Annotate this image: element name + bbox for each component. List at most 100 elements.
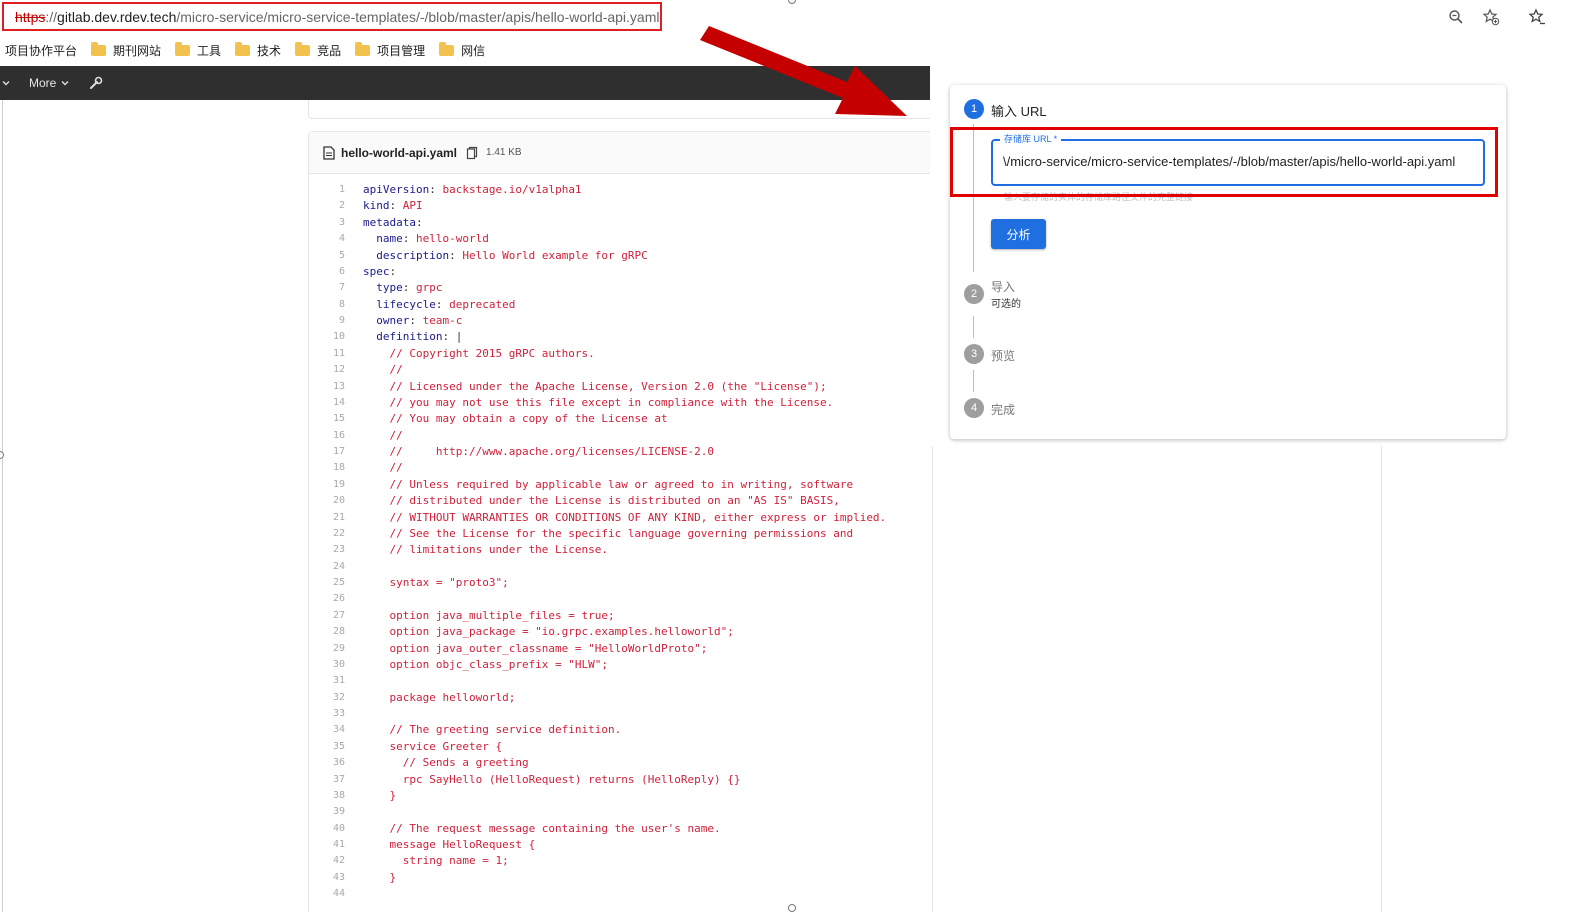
- line-number[interactable]: 35: [309, 739, 345, 755]
- bookmark-folder-label: 期刊网站: [113, 43, 162, 58]
- line-number[interactable]: 11: [309, 346, 345, 362]
- line-number[interactable]: 7: [309, 280, 345, 296]
- line-number[interactable]: 24: [309, 559, 345, 575]
- line-number[interactable]: 27: [309, 608, 345, 624]
- favorites-icon[interactable]: [1524, 6, 1550, 28]
- line-number[interactable]: 5: [309, 248, 345, 264]
- line-content: // Licensed under the Apache License, Ve…: [363, 379, 827, 395]
- line-number[interactable]: 23: [309, 542, 345, 558]
- line-number[interactable]: 9: [309, 313, 345, 329]
- more-menu-button[interactable]: More: [29, 66, 69, 100]
- line-number[interactable]: 3: [309, 215, 345, 231]
- code-line: 30 option objc_class_prefix = "HLW";: [309, 657, 932, 673]
- line-content: // See the License for the specific lang…: [363, 526, 853, 542]
- line-number[interactable]: 14: [309, 395, 345, 411]
- line-content: string name = 1;: [363, 853, 509, 869]
- code-line: 4 name: hello-world: [309, 231, 932, 247]
- code-token: }: [363, 870, 397, 884]
- copy-icon[interactable]: [466, 146, 478, 160]
- line-content: //: [363, 460, 402, 476]
- line-number[interactable]: 43: [309, 870, 345, 886]
- add-favorite-icon[interactable]: [1478, 6, 1504, 28]
- line-number[interactable]: 34: [309, 722, 345, 738]
- code-token: definition: [376, 330, 443, 344]
- line-number[interactable]: 19: [309, 477, 345, 493]
- code-line: 32 package helloworld;: [309, 690, 932, 706]
- code-line: 8 lifecycle: deprecated: [309, 297, 932, 313]
- line-number[interactable]: 41: [309, 837, 345, 853]
- line-number[interactable]: 37: [309, 772, 345, 788]
- line-number[interactable]: 30: [309, 657, 345, 673]
- line-number[interactable]: 1: [309, 182, 345, 198]
- line-content: option java_package = "io.grpc.examples.…: [363, 624, 733, 640]
- code-token: syntax = "proto3";: [363, 576, 509, 589]
- line-number[interactable]: 4: [309, 231, 345, 247]
- zoom-icon[interactable]: [1444, 6, 1468, 28]
- line-content: definition: |: [363, 329, 462, 345]
- line-number[interactable]: 31: [309, 673, 345, 689]
- code-token: // Licensed under the Apache License, Ve…: [363, 379, 827, 393]
- line-number[interactable]: 17: [309, 444, 345, 460]
- line-number[interactable]: 10: [309, 329, 345, 345]
- chevron-down-icon[interactable]: [2, 66, 10, 100]
- code-token: //: [363, 428, 403, 442]
- line-number[interactable]: 13: [309, 379, 345, 395]
- folder-icon: [91, 41, 107, 56]
- line-number[interactable]: 38: [309, 788, 345, 804]
- line-number[interactable]: 16: [309, 428, 345, 444]
- line-number[interactable]: 25: [309, 575, 345, 591]
- line-number[interactable]: 21: [309, 510, 345, 526]
- bookmark-folder[interactable]: 期刊网站: [91, 41, 162, 59]
- bookmark-folder[interactable]: 技术: [235, 41, 281, 59]
- line-content: // Sends a greeting: [363, 755, 529, 771]
- bookmark-folder[interactable]: 网信: [439, 41, 485, 59]
- code-line: 19 // Unless required by applicable law …: [309, 477, 932, 493]
- line-number[interactable]: 32: [309, 690, 345, 706]
- bookmark-folder[interactable]: 项目管理: [355, 41, 425, 59]
- line-number[interactable]: 2: [309, 198, 345, 214]
- line-content: }: [363, 870, 396, 886]
- folder-icon: [355, 41, 371, 56]
- code-line: 12 //: [309, 362, 932, 378]
- annotation-arrow-icon: [700, 26, 907, 116]
- line-content: apiVersion: backstage.io/v1alpha1: [363, 182, 582, 198]
- line-content: option objc_class_prefix = "HLW";: [363, 657, 608, 673]
- bookmark-folder[interactable]: 工具: [175, 41, 221, 59]
- line-number[interactable]: 22: [309, 526, 345, 542]
- line-number[interactable]: 28: [309, 624, 345, 640]
- bookmark-folder[interactable]: 竞品: [295, 41, 341, 59]
- line-number[interactable]: 39: [309, 804, 345, 820]
- line-number[interactable]: 12: [309, 362, 345, 378]
- line-number[interactable]: 8: [309, 297, 345, 313]
- line-number[interactable]: 40: [309, 821, 345, 837]
- line-number[interactable]: 6: [309, 264, 345, 280]
- folder-icon: [295, 41, 311, 56]
- code-line: 39: [309, 804, 932, 820]
- line-number[interactable]: 29: [309, 641, 345, 657]
- code-line: 13 // Licensed under the Apache License,…: [309, 379, 932, 395]
- line-number[interactable]: 18: [309, 460, 345, 476]
- code-line: 9 owner: team-c: [309, 313, 932, 329]
- line-number[interactable]: 42: [309, 853, 345, 869]
- line-number[interactable]: 15: [309, 411, 345, 427]
- wrench-icon[interactable]: [89, 66, 103, 100]
- line-number[interactable]: 20: [309, 493, 345, 509]
- url-input[interactable]: https://gitlab.dev.rdev.tech/micro-servi…: [2, 2, 662, 31]
- line-number[interactable]: 33: [309, 706, 345, 722]
- step-connector: [973, 316, 974, 338]
- bookmark-project-platform[interactable]: 项目协作平台: [5, 42, 77, 59]
- analyze-button[interactable]: 分析: [991, 219, 1046, 249]
- line-content: owner: team-c: [363, 313, 462, 329]
- code-line: 24: [309, 559, 932, 575]
- folder-icon: [235, 41, 251, 56]
- code-token: team-c: [422, 314, 463, 327]
- line-number[interactable]: 36: [309, 755, 345, 771]
- line-number[interactable]: 44: [309, 886, 345, 902]
- line-number[interactable]: 26: [309, 591, 345, 607]
- code-line: 23 // limitations under the License.: [309, 542, 932, 558]
- code-line: 34 // The greeting service definition.: [309, 722, 932, 738]
- folder-icon: [175, 41, 191, 56]
